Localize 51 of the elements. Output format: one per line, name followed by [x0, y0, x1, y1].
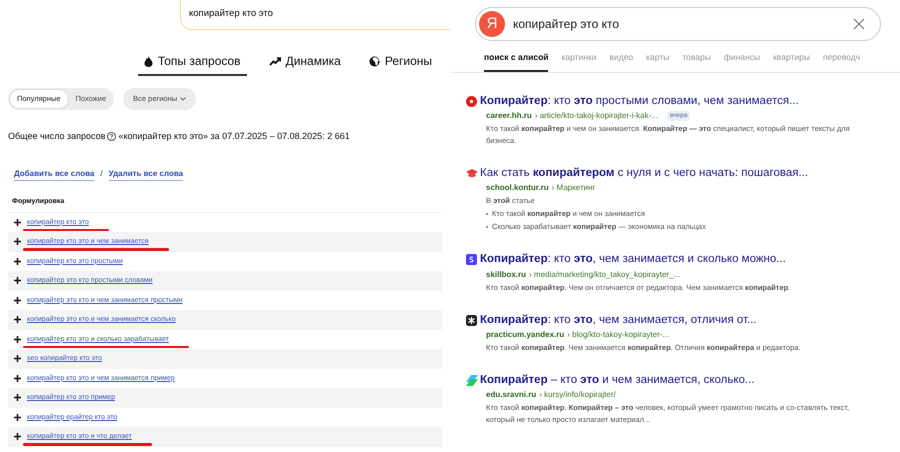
search-tab[interactable]: поиск с алисой [484, 51, 548, 72]
asterisk-icon [466, 314, 477, 326]
result-path[interactable]: › article/kto-takoj-kopirajter-i-kak-... [534, 110, 658, 122]
chevron-down-icon [180, 97, 186, 101]
flame-icon [144, 56, 153, 66]
close-icon[interactable] [853, 18, 865, 30]
plus-icon[interactable] [14, 355, 21, 362]
plus-icon[interactable] [14, 414, 21, 421]
result-domain[interactable]: school.kontur.ru [486, 182, 549, 194]
separator-text: / [100, 168, 103, 180]
favicon-icon [466, 374, 478, 386]
result-title[interactable]: Копирайтер: кто это простыми словами, чем занимается... [480, 92, 799, 110]
plus-icon[interactable] [14, 238, 21, 246]
summary-label: Общее число запросов [8, 130, 106, 143]
plus-icon[interactable] [14, 316, 21, 324]
tab[interactable]: Динамика [262, 52, 347, 76]
result-path[interactable]: › Маркетинг [552, 182, 596, 194]
tab[interactable]: Топы запросов [138, 52, 247, 76]
plus-icon[interactable] [14, 433, 21, 440]
plus-icon[interactable] [14, 374, 21, 382]
result-domain[interactable]: career.hh.ru [486, 110, 532, 122]
result-title[interactable]: Копирайтер – кто это и чем занимается, сколько... [480, 372, 754, 389]
result-path[interactable]: › blog/kto-takoy-kopirayter-... [567, 328, 670, 341]
plus-icon[interactable] [14, 336, 21, 343]
favicon-icon [466, 96, 477, 107]
remove-all-link[interactable]: Удалить все слова [108, 168, 184, 180]
result-domain[interactable]: edu.sravni.ru [486, 389, 536, 401]
result-title[interactable]: Копирайтер: кто это, чем занимается, отличия от... [480, 312, 757, 329]
result-title[interactable]: Как стать копирайтером с нуля и с чего начать: пошаговая... [480, 165, 808, 182]
result-path[interactable]: › kursy/info/kopirajter/ [539, 389, 616, 401]
search-query: копирайтер это кто [513, 16, 620, 33]
plus-icon[interactable] [14, 258, 21, 265]
result-domain[interactable]: practicum.yandex.ru [486, 328, 564, 341]
plus-icon[interactable] [14, 296, 21, 304]
help-icon[interactable] [107, 132, 116, 142]
globe-icon [368, 56, 380, 66]
plus-icon[interactable] [14, 277, 21, 284]
result-path[interactable]: › media/marketing/kto_takoy_kopirayter_... [529, 268, 680, 280]
favicon-icon [466, 254, 477, 266]
search-field[interactable]: Я копирайтер это кто [475, 7, 881, 41]
add-all-link[interactable]: Добавить все слова [14, 168, 94, 180]
graduation-cap-icon [466, 169, 478, 178]
result-title[interactable]: Копирайтер: кто это, чем занимается и сколько можно... [480, 251, 786, 268]
trend-icon [268, 56, 281, 66]
logo[interactable]: Я [479, 11, 505, 37]
search-field[interactable]: копирайтер кто это [180, 0, 450, 30]
result-domain[interactable]: skillbox.ru [486, 268, 526, 280]
tab[interactable]: Регионы [362, 52, 438, 76]
plus-icon[interactable] [14, 218, 21, 226]
summary-text: «копирайтер кто это» за 07.07.2025 – 07.08.2025: 2 661 [118, 130, 350, 143]
plus-icon[interactable] [14, 394, 21, 402]
